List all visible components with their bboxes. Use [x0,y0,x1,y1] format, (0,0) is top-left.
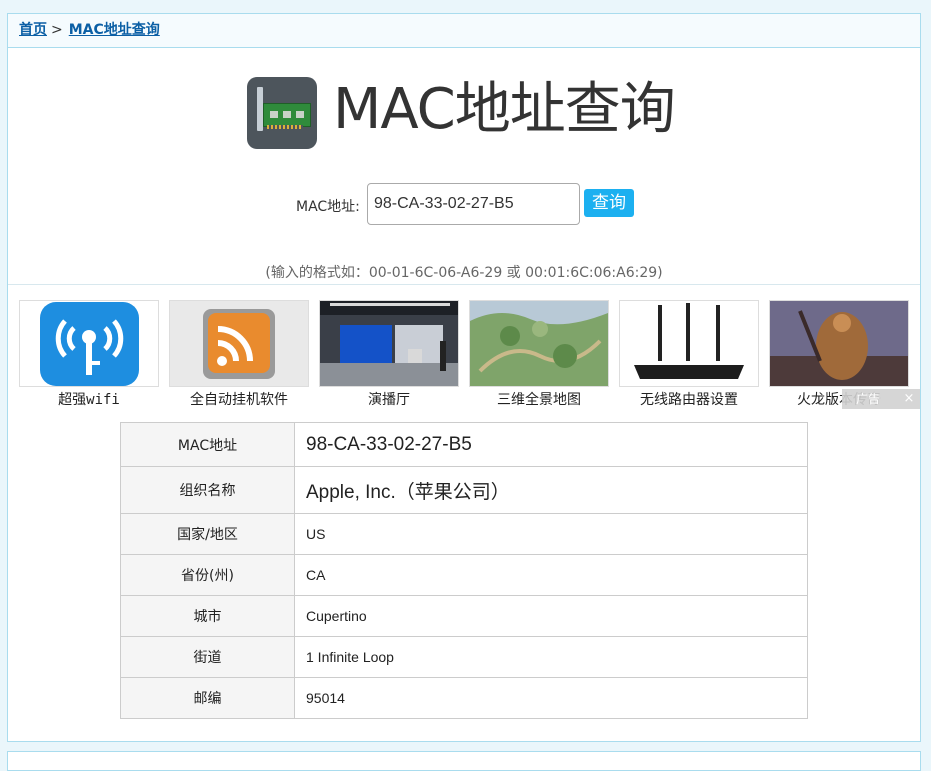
row-value: Apple, Inc.（苹果公司） [294,466,808,514]
row-value: US [294,513,808,555]
ad-label: 广告 [856,392,881,406]
mac-input[interactable] [367,183,580,225]
close-icon[interactable]: × [900,389,918,409]
studio-image[interactable] [319,300,459,387]
thumb-item-wifi[interactable]: 超强wifi [19,300,159,409]
thumb-item-3dmap[interactable]: 三维全景地图 [469,300,609,409]
table-row: 国家/地区 US [120,513,808,555]
thumb-caption[interactable]: 三维全景地图 [469,389,609,409]
thumb-caption[interactable]: 全自动挂机软件 [169,389,309,409]
table-row: 邮编 95014 [120,677,808,719]
main-panel: 首页>MAC地址查询 MAC地址查询 MAC地址: 查询 (输入的格式如：00-… [7,13,921,742]
breadcrumb-home-link[interactable]: 首页 [19,22,47,38]
format-hint: (输入的格式如：00-01-6C-06-A6-29 或 00:01:6C:06:… [265,265,663,281]
table-row: 组织名称 Apple, Inc.（苹果公司） [120,466,808,514]
terrain-map-image[interactable] [469,300,609,387]
table-row: 省份(州) CA [120,554,808,596]
row-key: MAC地址 [120,422,295,467]
search-form: MAC地址: 查询 [8,182,920,226]
row-key: 邮编 [120,677,295,719]
breadcrumb: 首页 > MAC地址查询 [8,14,920,48]
thumbnail-strip: 超强wifi 全自动挂机软件 演播厅 三维全景地图 无线路由器设置 火龙版本传奇 [19,300,919,410]
thumb-item-autoclick[interactable]: 全自动挂机软件 [169,300,309,409]
row-value: 95014 [294,677,808,719]
table-row: 街道 1 Infinite Loop [120,636,808,678]
table-row: 城市 Cupertino [120,595,808,637]
thumb-caption[interactable]: 超强wifi [19,389,159,409]
row-value: CA [294,554,808,596]
row-key: 街道 [120,636,295,678]
row-value: Cupertino [294,595,808,637]
page-header: MAC地址查询 [8,74,920,154]
row-value: 98-CA-33-02-27-B5 [294,422,808,467]
mac-label: MAC地址: [296,199,360,215]
wifi-key-icon[interactable] [19,300,159,387]
footer-panel [7,751,921,771]
row-key: 国家/地区 [120,513,295,555]
row-value: 1 Infinite Loop [294,636,808,678]
ad-badge: 广告 × [842,389,920,409]
page-title: MAC地址查询 [333,77,676,142]
thumb-item-router[interactable]: 无线路由器设置 [619,300,759,409]
breadcrumb-separator: > [51,22,63,38]
thumb-caption[interactable]: 演播厅 [319,389,459,409]
row-key: 组织名称 [120,466,295,514]
thumb-item-studio[interactable]: 演播厅 [319,300,459,409]
thumb-caption[interactable]: 无线路由器设置 [619,389,759,409]
network-card-icon [247,77,317,149]
row-key: 城市 [120,595,295,637]
rss-icon[interactable] [169,300,309,387]
result-table: MAC地址 98-CA-33-02-27-B5 组织名称 Apple, Inc.… [120,422,808,719]
table-row: MAC地址 98-CA-33-02-27-B5 [120,422,808,467]
warrior-image[interactable] [769,300,909,387]
router-image[interactable] [619,300,759,387]
divider [8,284,920,285]
row-key: 省份(州) [120,554,295,596]
breadcrumb-current-link[interactable]: MAC地址查询 [69,22,160,38]
query-button[interactable]: 查询 [584,189,634,217]
